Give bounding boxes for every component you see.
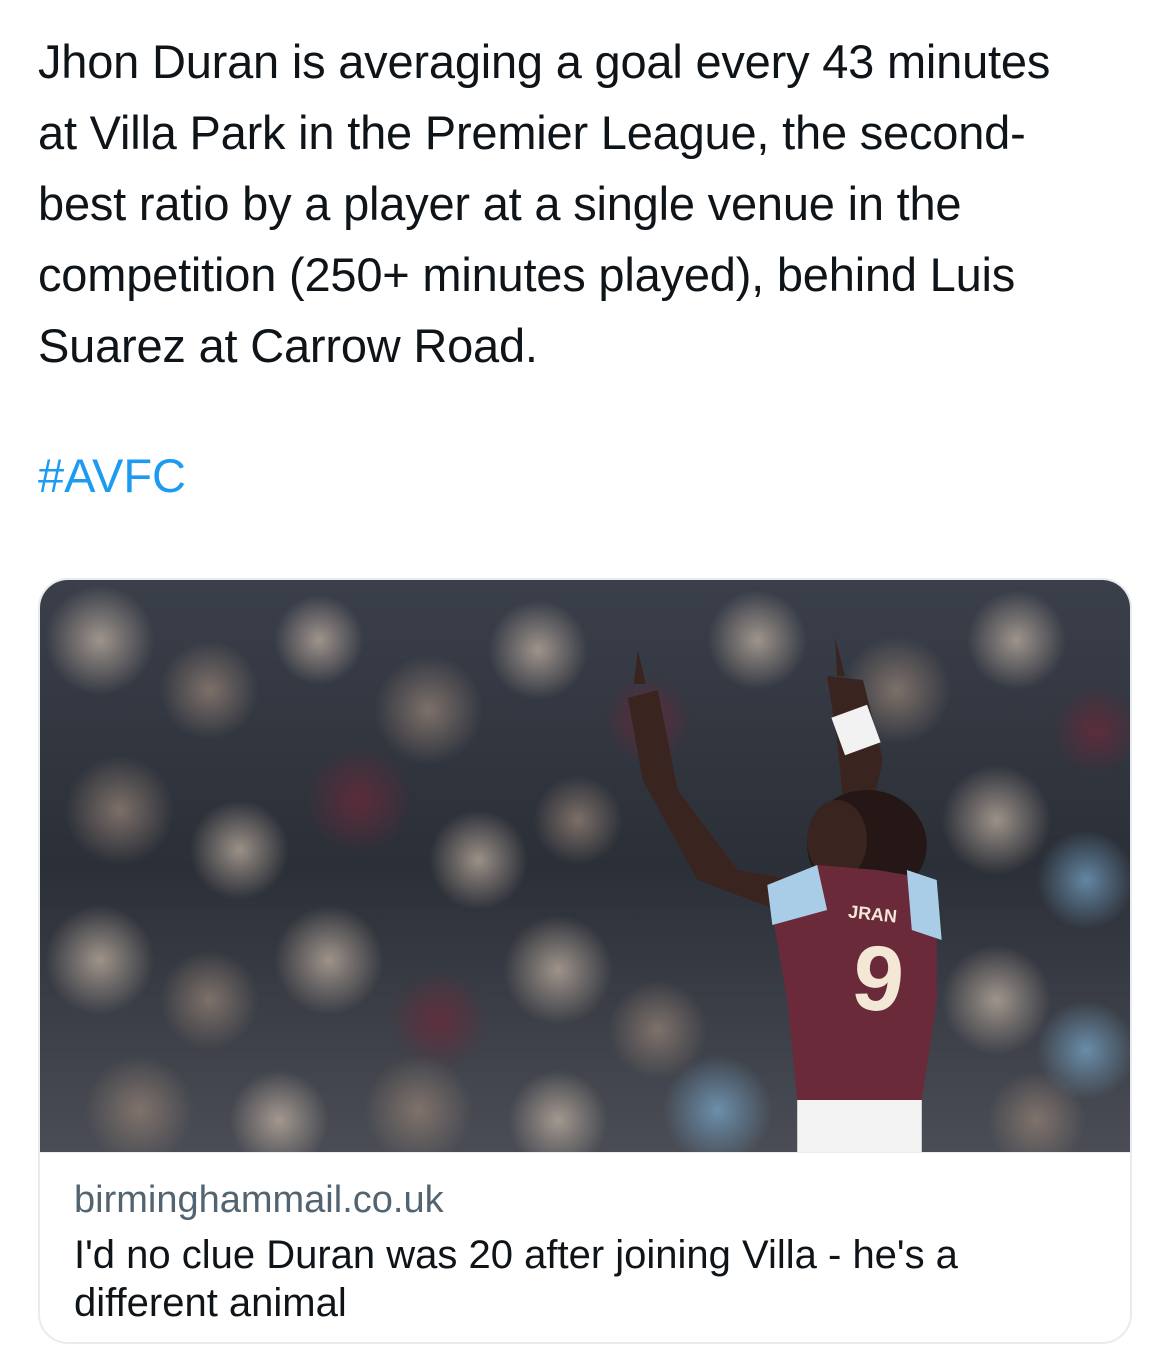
hashtag-link[interactable]: #AVFC [38,440,186,511]
tweet-text: Jhon Duran is averaging a goal every 43 … [38,26,1138,381]
tweet-text-line: Suarez at Carrow Road. [38,319,538,372]
tweet-text-line: best ratio by a player at a single venue… [38,177,962,230]
shirt-number: 9 [847,926,908,1033]
card-domain: birminghammail.co.uk [74,1179,444,1221]
link-preview-card[interactable]: JRAN 9 birminghammail.co.uk I'd no clue … [38,578,1132,1344]
card-title: I'd no clue Duran was 20 after joining V… [74,1233,958,1325]
tweet-text-line: Jhon Duran is averaging a goal every 43 … [38,35,1051,88]
card-image[interactable]: JRAN 9 [40,580,1130,1152]
tweet-text-line: at Villa Park in the Premier League, the… [38,106,1026,159]
card-footer[interactable]: birminghammail.co.uk I'd no clue Duran w… [40,1152,1130,1342]
tweet-text-line: competition (250+ minutes played), behin… [38,248,1016,301]
